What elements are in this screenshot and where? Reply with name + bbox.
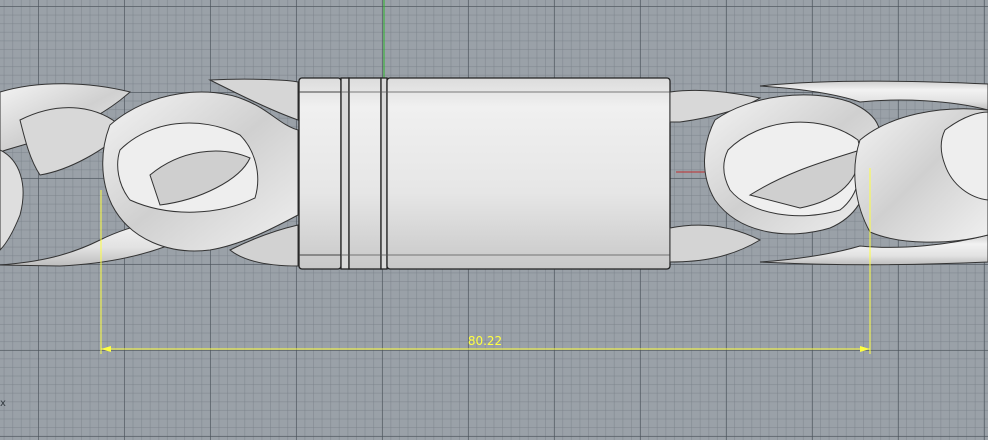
axis-label-x: x (0, 398, 6, 409)
dimension-arrow-right (860, 346, 870, 352)
clasp-ring (340, 77, 350, 270)
clasp-ring (348, 77, 382, 270)
model-scene[interactable] (0, 0, 988, 440)
clasp-ring (380, 77, 388, 270)
cad-viewport[interactable]: 80.22 x (0, 0, 988, 440)
clasp-body (386, 77, 671, 270)
clasp[interactable] (298, 77, 671, 270)
dimension-arrow-left (101, 346, 111, 352)
chain-link (0, 149, 24, 251)
chain-link (669, 224, 762, 263)
clasp-end-cap (298, 77, 342, 270)
dimension-value: 80.22 (467, 334, 503, 348)
chain-right[interactable] (669, 80, 988, 266)
chain-left[interactable] (0, 78, 299, 267)
